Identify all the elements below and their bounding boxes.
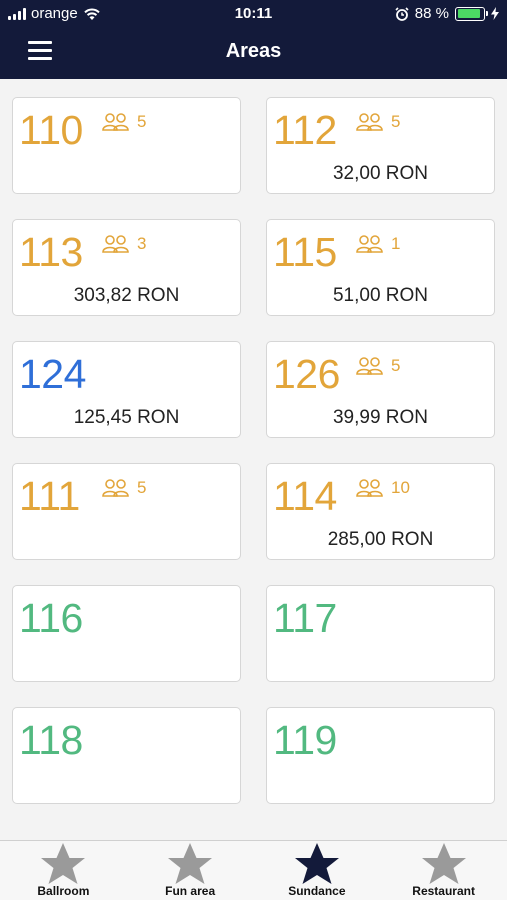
tab-label: Sundance (288, 884, 346, 898)
guests-icon (356, 357, 383, 375)
area-number: 115 (273, 229, 337, 275)
area-amount: 51,00 RON (332, 285, 429, 306)
battery-percent: 88 % (414, 5, 449, 22)
tab-label: Restaurant (412, 884, 475, 898)
area-card-114[interactable]: 114 10 285,00 RON (266, 463, 495, 560)
area-guests: 5 (355, 356, 400, 376)
areas-list[interactable]: 110 5 112 5 32,00 RON 113 3 303,82 RON 115 1 5… (0, 79, 507, 840)
area-number: 117 (273, 595, 337, 641)
area-card-112[interactable]: 112 5 32,00 RON (266, 97, 495, 194)
battery-fill (457, 9, 480, 18)
tab-fun-area[interactable]: Fun area (127, 841, 254, 900)
star-icon (294, 843, 339, 884)
tab-restaurant[interactable]: Restaurant (380, 841, 507, 900)
guest-count: 5 (137, 112, 147, 131)
guest-count: 3 (137, 234, 147, 253)
area-card-110[interactable]: 110 5 (12, 97, 241, 194)
nav-bar: Areas (0, 28, 507, 79)
area-card-113[interactable]: 113 3 303,82 RON (12, 219, 241, 316)
guests-icon (102, 113, 129, 131)
area-amount: 303,82 RON (73, 285, 180, 306)
alarm-icon (395, 6, 409, 21)
guest-count: 1 (391, 234, 401, 253)
area-card-124[interactable]: 124 125,45 RON (12, 341, 241, 438)
area-number: 113 (19, 229, 83, 275)
area-amount: 39,99 RON (332, 407, 429, 428)
top-bar: orange 10:11 88 % Areas (0, 0, 507, 79)
area-number: 119 (273, 717, 337, 763)
area-guests: 1 (355, 234, 400, 254)
area-card-117[interactable]: 117 (266, 585, 495, 682)
area-number: 124 (19, 351, 86, 397)
guest-count: 5 (391, 356, 401, 375)
area-card-126[interactable]: 126 5 39,99 RON (266, 341, 495, 438)
area-amount: 125,45 RON (73, 407, 180, 428)
status-bar: orange 10:11 88 % (0, 0, 507, 28)
page-title: Areas (225, 40, 282, 62)
guests-icon (102, 479, 129, 497)
star-icon (41, 843, 86, 884)
area-number: 110 (19, 107, 83, 153)
area-card-119[interactable]: 119 (266, 707, 495, 804)
star-icon (168, 843, 213, 884)
guests-icon (356, 235, 383, 253)
tab-label: Fun area (165, 884, 216, 898)
guest-count: 5 (137, 478, 147, 497)
guests-icon (356, 479, 383, 497)
area-guests: 5 (101, 112, 146, 132)
area-number: 126 (273, 351, 340, 397)
area-guests: 10 (355, 478, 410, 498)
battery-icon (455, 6, 488, 21)
area-number: 114 (273, 473, 337, 519)
area-card-116[interactable]: 116 (12, 585, 241, 682)
area-guests: 3 (101, 234, 146, 254)
guest-count: 5 (391, 112, 401, 131)
area-amount: 285,00 RON (327, 529, 434, 550)
area-number: 118 (19, 717, 83, 763)
area-guests: 5 (355, 112, 400, 132)
area-number: 111 (19, 473, 80, 519)
tab-bar: Ballroom Fun area Sundance Restaurant (0, 840, 507, 900)
guests-icon (102, 235, 129, 253)
areas-grid: 110 5 112 5 32,00 RON 113 3 303,82 RON 115 1 5… (12, 97, 496, 804)
area-card-111[interactable]: 111 5 (12, 463, 241, 560)
guest-count: 10 (391, 478, 410, 497)
status-right: 88 % (395, 5, 499, 22)
tab-ballroom[interactable]: Ballroom (0, 841, 127, 900)
area-number: 116 (19, 595, 83, 641)
charging-icon (491, 7, 499, 20)
tab-sundance[interactable]: Sundance (254, 841, 381, 900)
guests-icon (356, 113, 383, 131)
star-icon (421, 843, 466, 884)
area-card-118[interactable]: 118 (12, 707, 241, 804)
area-card-115[interactable]: 115 1 51,00 RON (266, 219, 495, 316)
tab-label: Ballroom (37, 884, 90, 898)
area-number: 112 (273, 107, 337, 153)
area-guests: 5 (101, 478, 146, 498)
area-amount: 32,00 RON (332, 163, 429, 184)
